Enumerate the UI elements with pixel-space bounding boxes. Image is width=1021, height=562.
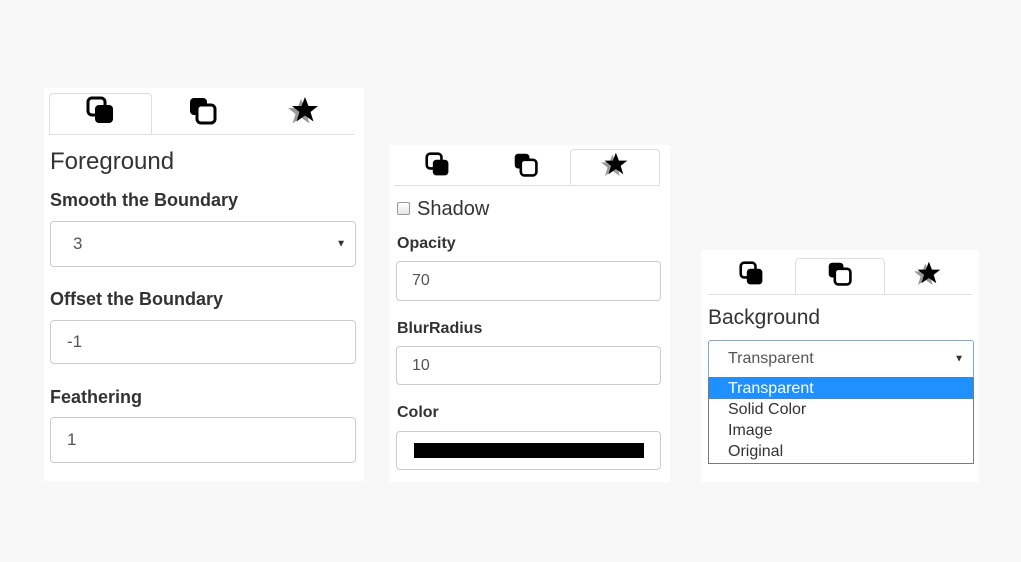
chevron-down-icon: ▼ [336, 238, 346, 250]
opacity-input[interactable]: 70 [396, 261, 661, 301]
tab-background[interactable] [482, 149, 570, 185]
offset-boundary-label: Offset the Boundary [50, 289, 224, 309]
blur-radius-label: BlurRadius [397, 320, 483, 337]
option-original[interactable]: Original [709, 441, 973, 462]
shadow-checkbox[interactable] [397, 202, 410, 215]
color-swatch [414, 443, 644, 458]
background-layers-icon [188, 96, 218, 131]
tab-effects[interactable] [253, 93, 354, 134]
offset-boundary-value: -1 [67, 332, 83, 351]
shadow-label: Shadow [417, 198, 490, 220]
tab-foreground[interactable] [708, 258, 795, 294]
tab-effects[interactable] [570, 149, 660, 185]
shadow-panel: Shadow Opacity 70 BlurRadius 10 Color [390, 145, 670, 482]
chevron-down-icon: ▼ [954, 353, 964, 365]
background-select[interactable]: Transparent ▼ [708, 340, 974, 378]
star-effects-icon [600, 151, 630, 184]
offset-boundary-input[interactable]: -1 [50, 320, 356, 364]
smooth-boundary-select[interactable]: 3 ▼ [50, 221, 356, 267]
opacity-value: 70 [412, 272, 430, 289]
foreground-layers-icon [425, 151, 451, 183]
star-effects-icon [913, 260, 943, 293]
shadow-panel-tabs [394, 149, 660, 186]
blur-radius-value: 10 [412, 356, 430, 374]
foreground-layers-icon [739, 260, 765, 292]
feathering-input[interactable]: 1 [50, 417, 356, 463]
background-select-value: Transparent [728, 350, 814, 367]
option-image[interactable]: Image [709, 420, 973, 441]
option-transparent[interactable]: Transparent [709, 378, 973, 399]
background-heading: Background [708, 306, 821, 329]
smooth-boundary-value: 3 [73, 234, 83, 253]
color-label: Color [397, 404, 439, 421]
feathering-value: 1 [67, 430, 77, 449]
foreground-panel: Foreground Smooth the Boundary 3 ▼ Offse… [44, 88, 364, 481]
background-layers-icon [513, 152, 539, 183]
blur-radius-input[interactable]: 10 [396, 346, 661, 385]
page-title: Foreground [50, 148, 175, 175]
option-solid-color[interactable]: Solid Color [709, 399, 973, 420]
smooth-boundary-label: Smooth the Boundary [50, 190, 238, 210]
feathering-label: Feathering [50, 387, 143, 407]
tab-background[interactable] [795, 258, 885, 294]
tab-background[interactable] [152, 93, 253, 134]
color-picker[interactable] [396, 431, 661, 470]
background-layers-icon [827, 261, 853, 292]
opacity-label: Opacity [397, 235, 456, 252]
background-options-list: Transparent Solid Color Image Original [708, 378, 974, 464]
foreground-panel-tabs [49, 93, 354, 135]
background-panel-tabs [708, 258, 972, 295]
tab-foreground[interactable] [49, 93, 152, 134]
background-panel: Background Transparent ▼ Transparent Sol… [702, 250, 978, 482]
tab-effects[interactable] [885, 258, 972, 294]
tab-foreground[interactable] [394, 149, 482, 185]
foreground-layers-icon [86, 96, 116, 131]
star-effects-icon [287, 95, 321, 132]
